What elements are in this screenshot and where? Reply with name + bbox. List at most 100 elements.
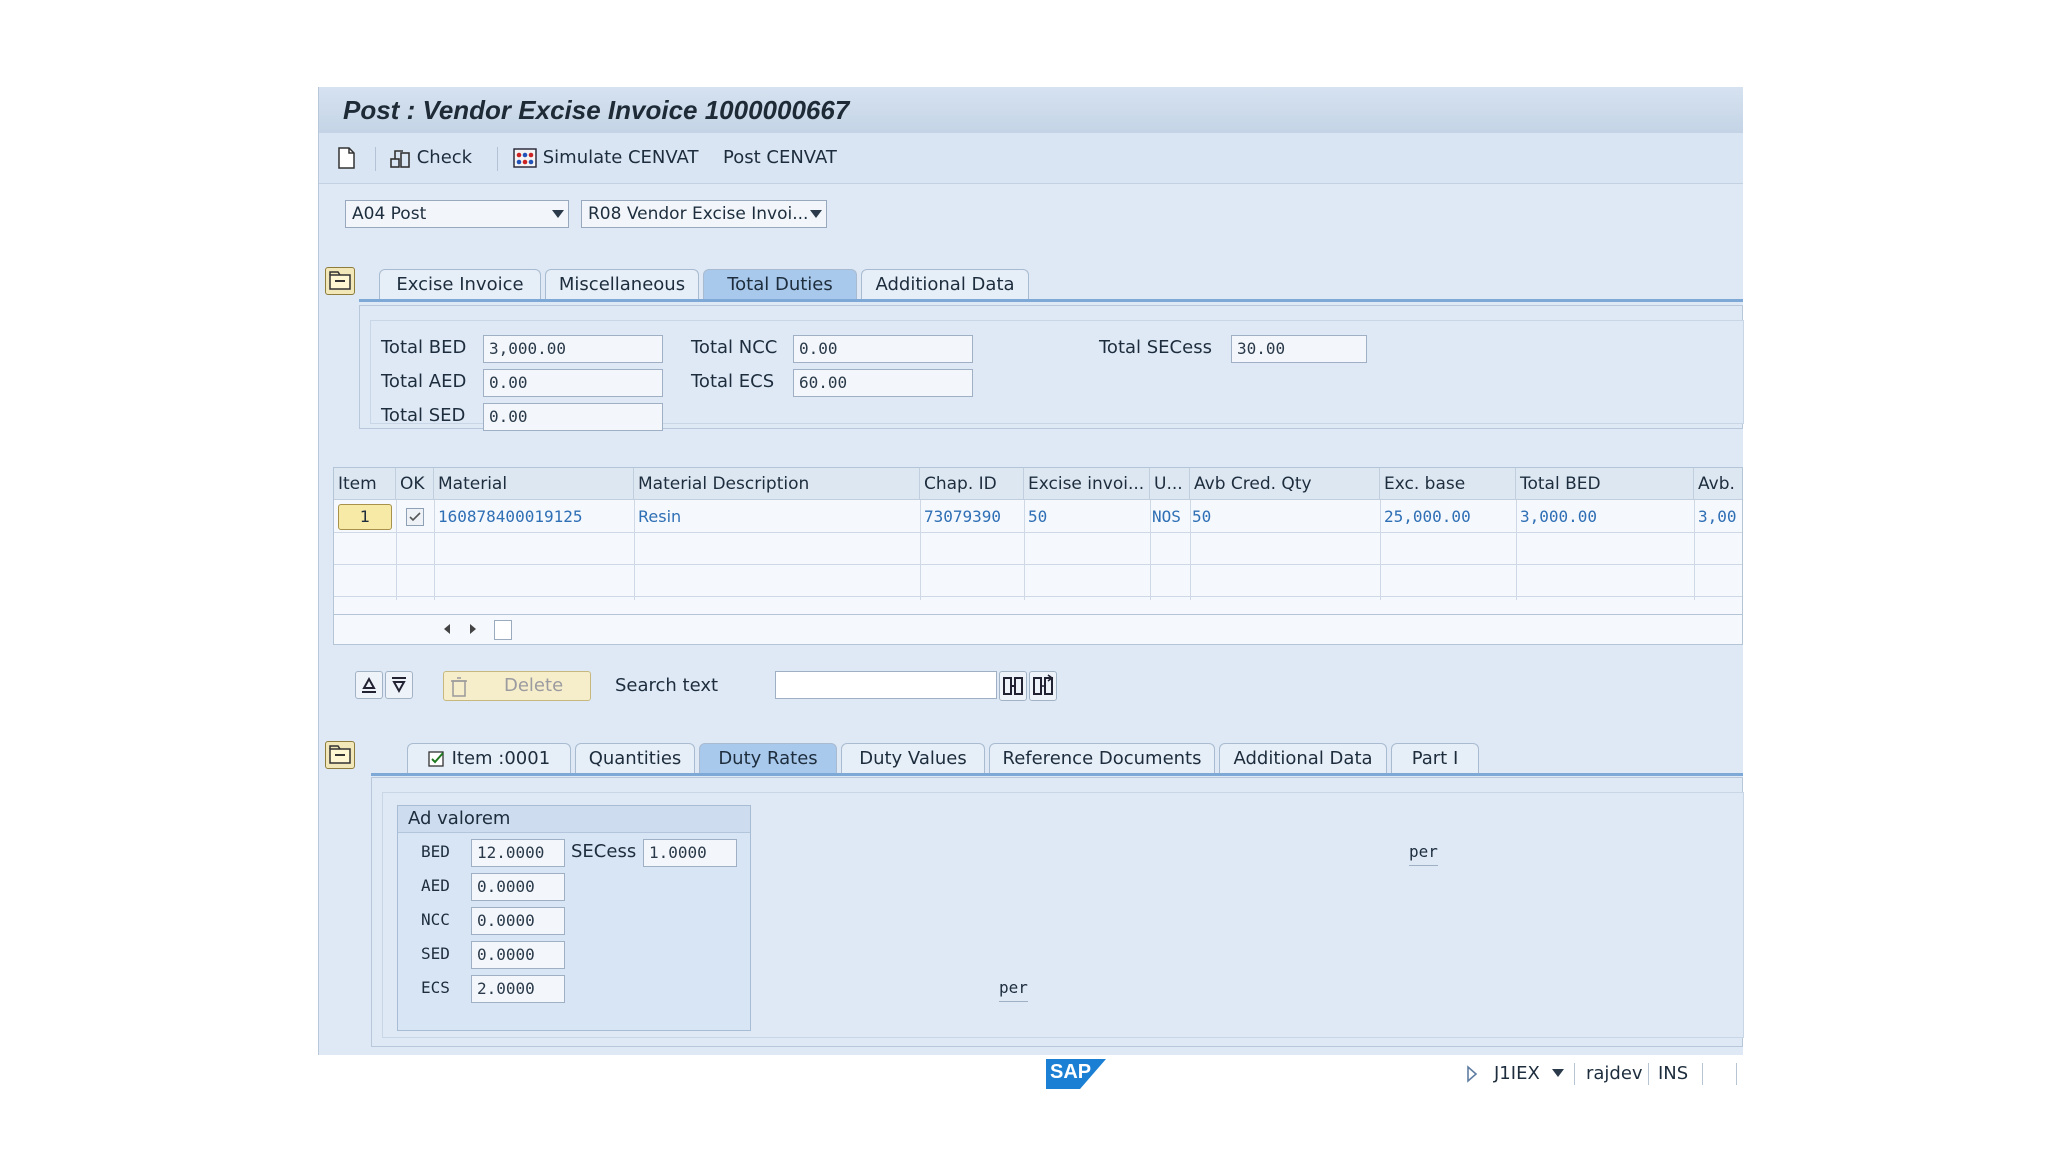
chap-id-cell[interactable]: 73079390	[922, 502, 1022, 532]
column-divider	[1024, 500, 1025, 600]
action-dropdown[interactable]: A04 Post	[345, 200, 569, 228]
sed-rate-field[interactable]: 0.0000	[471, 941, 565, 969]
binoculars-icon	[1003, 677, 1023, 695]
search-input[interactable]	[775, 671, 997, 699]
secess-rate-label: SECess	[571, 841, 637, 862]
ncc-rate-label: NCC	[421, 910, 450, 929]
reference-dropdown-value: R08 Vendor Excise Invoi...	[588, 204, 809, 224]
horizontal-scrollbar[interactable]	[333, 615, 1743, 645]
insert-mode: INS	[1658, 1063, 1689, 1084]
tab-part-i[interactable]: Part I	[1391, 743, 1479, 773]
binoculars-next-icon	[1033, 674, 1054, 695]
tab-item[interactable]: Item :0001	[407, 743, 571, 773]
post-cenvat-button[interactable]: Post CENVAT	[723, 145, 837, 171]
folder-toggle-icon	[329, 271, 351, 290]
toolbar-separator	[497, 147, 498, 171]
total-aed-field[interactable]: 0.00	[483, 369, 663, 397]
total-bed-field[interactable]: 3,000.00	[483, 335, 663, 363]
tab-total-duties[interactable]: Total Duties	[703, 269, 857, 299]
total-ecs-label: Total ECS	[691, 371, 775, 392]
row-selector[interactable]: 1	[338, 504, 392, 530]
total-bed-cell[interactable]: 3,000.00	[1518, 502, 1692, 532]
simulate-cenvat-button[interactable]: Simulate CENVAT	[513, 145, 698, 171]
scroll-thumb[interactable]	[494, 620, 512, 640]
find-button[interactable]	[999, 671, 1027, 701]
material-cell[interactable]: 160878400019125	[436, 502, 632, 532]
collapse-item-detail-button[interactable]	[325, 741, 355, 769]
column-header[interactable]: U...	[1150, 468, 1190, 500]
unit-cell[interactable]: NOS	[1150, 502, 1190, 532]
avb-qty-cell[interactable]: 50	[1190, 502, 1376, 532]
tab-duty-values[interactable]: Duty Values	[841, 743, 985, 773]
transaction-code[interactable]: J1IEX	[1494, 1061, 1540, 1087]
select-all-button[interactable]	[355, 671, 383, 699]
check-button[interactable]: Check	[389, 145, 472, 171]
column-header[interactable]: Avb.	[1694, 468, 1742, 500]
exc-base-cell[interactable]: 25,000.00	[1382, 502, 1514, 532]
per-label-top: per	[1409, 839, 1438, 866]
status-separator	[1648, 1063, 1649, 1085]
aed-rate-label: AED	[421, 876, 450, 895]
tab-quantities[interactable]: Quantities	[575, 743, 695, 773]
find-next-button[interactable]	[1029, 671, 1057, 701]
collapse-header-button[interactable]	[325, 267, 355, 295]
column-divider	[1694, 500, 1695, 600]
column-header[interactable]: Material Description	[634, 468, 920, 500]
delete-button[interactable]: Delete	[443, 671, 591, 701]
total-aed-label: Total AED	[381, 371, 467, 392]
toolbar-separator	[375, 147, 376, 171]
check-label: Check	[416, 147, 473, 168]
deselect-all-icon	[392, 677, 406, 694]
excise-qty-cell[interactable]: 50	[1026, 502, 1146, 532]
tab-additional-data[interactable]: Additional Data	[861, 269, 1029, 299]
column-header[interactable]: OK	[396, 468, 434, 500]
sed-rate-label: SED	[421, 944, 450, 963]
tab-item-label: Item :0001	[451, 748, 551, 769]
chevron-down-icon	[552, 210, 564, 218]
search-text-label: Search text	[615, 675, 719, 696]
column-header[interactable]: Item	[334, 468, 396, 500]
status-separator	[1574, 1063, 1575, 1085]
deselect-all-button[interactable]	[385, 671, 413, 699]
total-ncc-field[interactable]: 0.00	[793, 335, 973, 363]
ok-checkbox[interactable]	[406, 508, 424, 526]
secess-rate-field[interactable]: 1.0000	[643, 839, 737, 867]
checkmark-icon	[428, 751, 444, 767]
play-triangle-icon[interactable]	[1466, 1065, 1478, 1083]
reference-dropdown[interactable]: R08 Vendor Excise Invoi...	[581, 200, 827, 228]
bed-rate-field[interactable]: 12.0000	[471, 839, 565, 867]
tab-miscellaneous[interactable]: Miscellaneous	[545, 269, 699, 299]
ad-valorem-title: Ad valorem	[408, 808, 511, 829]
status-separator	[1702, 1063, 1703, 1085]
total-sed-field[interactable]: 0.00	[483, 403, 663, 431]
row-divider	[334, 564, 1742, 565]
items-table: Item OK Material Material Description Ch…	[333, 467, 1743, 615]
column-header[interactable]: Total BED	[1516, 468, 1694, 500]
tab-duty-rates[interactable]: Duty Rates	[699, 743, 837, 773]
column-header[interactable]: Excise invoi...	[1024, 468, 1150, 500]
per-label-bottom: per	[999, 975, 1028, 1002]
tab-excise-invoice[interactable]: Excise Invoice	[379, 269, 541, 299]
tab-underline	[371, 773, 1743, 776]
description-cell[interactable]: Resin	[636, 502, 916, 532]
column-divider	[920, 500, 921, 600]
chevron-down-icon[interactable]	[1552, 1069, 1564, 1077]
ecs-rate-field[interactable]: 2.0000	[471, 975, 565, 1003]
ncc-rate-field[interactable]: 0.0000	[471, 907, 565, 935]
avb-cell[interactable]: 3,00	[1696, 502, 1742, 532]
scroll-left-icon[interactable]	[442, 623, 452, 635]
column-header[interactable]: Material	[434, 468, 634, 500]
tab-additional-data-item[interactable]: Additional Data	[1219, 743, 1387, 773]
column-header[interactable]: Chap. ID	[920, 468, 1024, 500]
total-secess-field[interactable]: 30.00	[1231, 335, 1367, 363]
column-divider	[1516, 500, 1517, 600]
aed-rate-field[interactable]: 0.0000	[471, 873, 565, 901]
column-divider	[396, 500, 397, 600]
tab-reference-documents[interactable]: Reference Documents	[989, 743, 1215, 773]
column-header[interactable]: Exc. base	[1380, 468, 1516, 500]
user-name: rajdev	[1586, 1063, 1643, 1084]
total-ecs-field[interactable]: 60.00	[793, 369, 973, 397]
new-document-button[interactable]	[337, 145, 355, 171]
scroll-right-icon[interactable]	[468, 623, 478, 635]
column-header[interactable]: Avb Cred. Qty	[1190, 468, 1380, 500]
